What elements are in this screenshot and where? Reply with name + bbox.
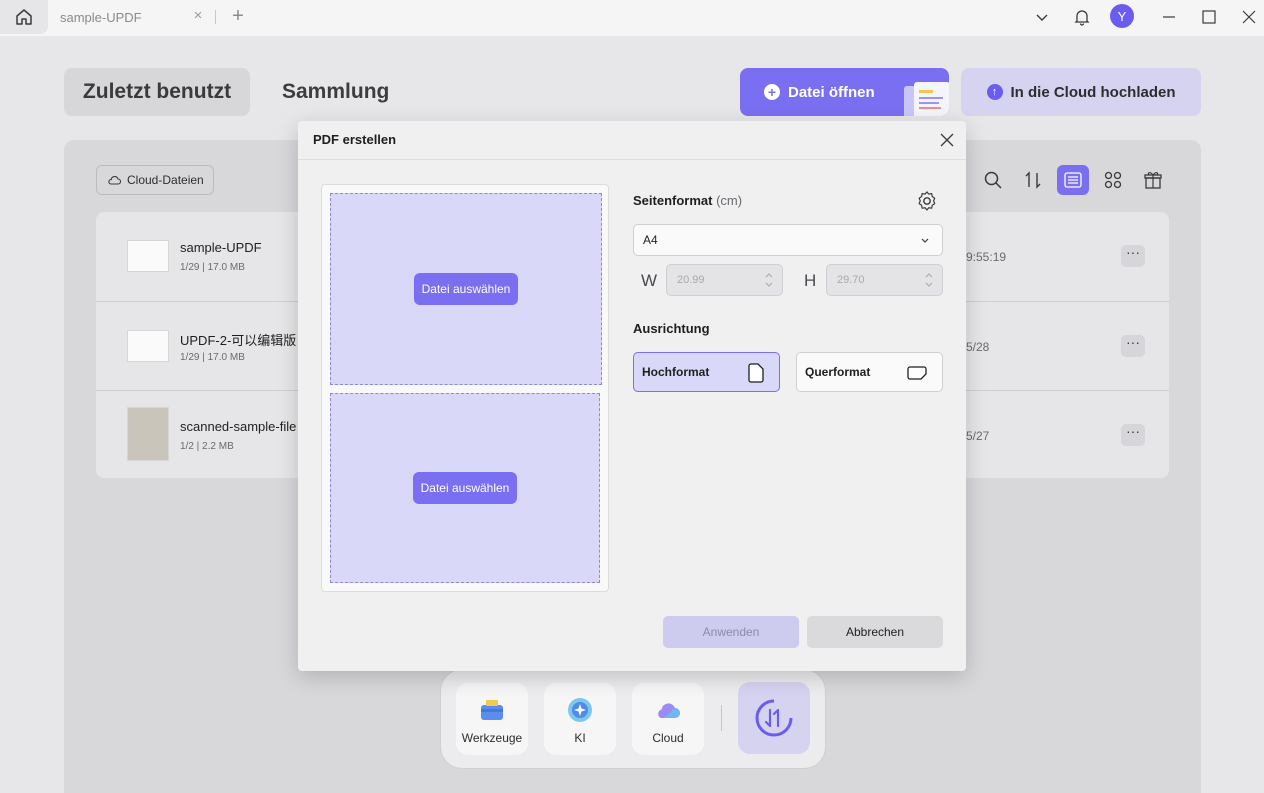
file-name: scanned-sample-file — [180, 419, 297, 434]
home-button[interactable] — [0, 0, 48, 34]
page-size-value: A4 — [643, 233, 658, 247]
page-format-heading: Seitenformat (cm) — [633, 193, 742, 208]
file-thumbnail — [127, 240, 169, 272]
maximize-icon[interactable] — [1198, 6, 1220, 28]
cloud-label: Cloud — [652, 731, 684, 745]
chevron-down-icon — [921, 238, 929, 243]
stepper-icon[interactable] — [764, 271, 774, 289]
page-size-select[interactable]: A4 — [633, 224, 943, 256]
minimize-icon[interactable] — [1158, 6, 1180, 28]
tools-label: Werkzeuge — [461, 731, 523, 745]
cloud-icon — [658, 703, 680, 718]
cloud-files-label: Cloud-Dateien — [127, 173, 204, 187]
dock-divider — [721, 705, 722, 731]
cancel-button[interactable]: Abbrechen — [807, 616, 943, 648]
file-thumbnail — [127, 407, 169, 461]
list-view-icon[interactable] — [1057, 165, 1089, 195]
create-pdf-dialog: PDF erstellen Datei auswählen Datei ausw… — [298, 121, 966, 671]
file-name: UPDF-2-可以编辑版 — [180, 333, 297, 348]
ai-button[interactable]: KI — [544, 683, 616, 755]
gift-icon[interactable] — [1137, 165, 1169, 195]
open-file-label: Datei öffnen — [788, 83, 875, 101]
convert-icon — [755, 699, 793, 737]
portrait-option[interactable]: Hochformat — [633, 352, 780, 392]
home-icon — [16, 9, 32, 25]
chevron-down-icon[interactable] — [1031, 6, 1053, 28]
tab-collection[interactable]: Sammlung — [282, 68, 389, 116]
toolbox-icon — [481, 700, 503, 720]
upload-cloud-button[interactable]: ↑ In die Cloud hochladen — [961, 68, 1201, 116]
file-slot-2[interactable]: Datei auswählen — [330, 393, 600, 583]
more-options-button[interactable]: ··· — [1121, 424, 1145, 446]
dialog-title: PDF erstellen — [313, 132, 397, 147]
orientation-label: Ausrichtung — [633, 321, 710, 336]
tab-close-icon[interactable]: × — [190, 8, 206, 24]
avatar[interactable]: Y — [1110, 4, 1134, 28]
height-label: H — [804, 271, 817, 290]
portrait-page-icon — [748, 363, 764, 383]
landscape-label: Querformat — [805, 365, 871, 379]
width-label: W — [641, 271, 658, 290]
tab-recent[interactable]: Zuletzt benutzt — [64, 68, 250, 116]
landscape-page-icon — [907, 366, 927, 380]
plus-circle-icon: + — [764, 84, 780, 100]
file-name: sample-UPDF — [180, 240, 262, 255]
search-icon[interactable] — [977, 165, 1009, 195]
cloud-dock-button[interactable]: Cloud — [632, 683, 704, 755]
portrait-label: Hochformat — [642, 365, 710, 379]
file-date: 5/28 — [966, 340, 990, 354]
file-meta: 1/29 | 17.0 MB — [180, 352, 245, 363]
title-bar: sample-UPDF × + Y — [0, 0, 1264, 36]
apply-button[interactable]: Anwenden — [663, 616, 799, 648]
open-file-button[interactable]: + Datei öffnen — [740, 68, 949, 116]
sort-icon[interactable] — [1017, 165, 1049, 195]
cloud-icon — [108, 176, 121, 185]
landscape-option[interactable]: Querformat — [796, 352, 943, 392]
page-format-unit: (cm) — [716, 193, 743, 208]
file-date: 9:55:19 — [966, 250, 1007, 264]
more-options-button[interactable]: ··· — [1121, 245, 1145, 267]
file-meta: 1/2 | 2.2 MB — [180, 441, 234, 452]
file-thumbnail — [127, 330, 169, 362]
close-icon[interactable] — [938, 131, 956, 149]
bell-icon[interactable] — [1071, 6, 1093, 28]
width-input[interactable]: 20.99 — [666, 264, 783, 296]
upload-arrow-icon: ↑ — [986, 84, 1003, 100]
more-options-button[interactable]: ··· — [1121, 335, 1145, 357]
file-meta: 1/29 | 17.0 MB — [180, 262, 245, 273]
add-tab-button[interactable]: + — [229, 6, 247, 26]
file-date: 5/27 — [966, 429, 990, 443]
page-format-label: Seitenformat — [633, 193, 713, 208]
ai-label: KI — [574, 731, 586, 745]
cloud-files-button[interactable]: Cloud-Dateien — [96, 165, 214, 195]
close-window-icon[interactable] — [1238, 6, 1260, 28]
height-value: 29.70 — [837, 274, 865, 286]
choose-file-button[interactable]: Datei auswählen — [412, 472, 518, 504]
tab-divider — [215, 10, 216, 24]
tools-button[interactable]: Werkzeuge — [456, 683, 528, 755]
stepper-icon[interactable] — [924, 271, 934, 289]
bottom-dock: Werkzeuge KI Cloud — [440, 669, 826, 769]
choose-file-button[interactable]: Datei auswählen — [413, 273, 519, 305]
page-preview: Datei auswählen Datei auswählen — [321, 184, 609, 592]
width-value: 20.99 — [677, 274, 705, 286]
convert-button[interactable] — [738, 682, 810, 754]
upload-cloud-label: In die Cloud hochladen — [1010, 83, 1176, 101]
grid-view-icon[interactable] — [1097, 165, 1129, 195]
ai-icon — [568, 698, 592, 722]
documents-illustration-icon — [904, 82, 949, 116]
dialog-divider — [298, 159, 966, 160]
height-input[interactable]: 29.70 — [826, 264, 943, 296]
file-slot-1[interactable]: Datei auswählen — [330, 193, 602, 385]
tab-title: sample-UPDF — [60, 9, 142, 25]
gear-icon[interactable] — [916, 190, 938, 212]
